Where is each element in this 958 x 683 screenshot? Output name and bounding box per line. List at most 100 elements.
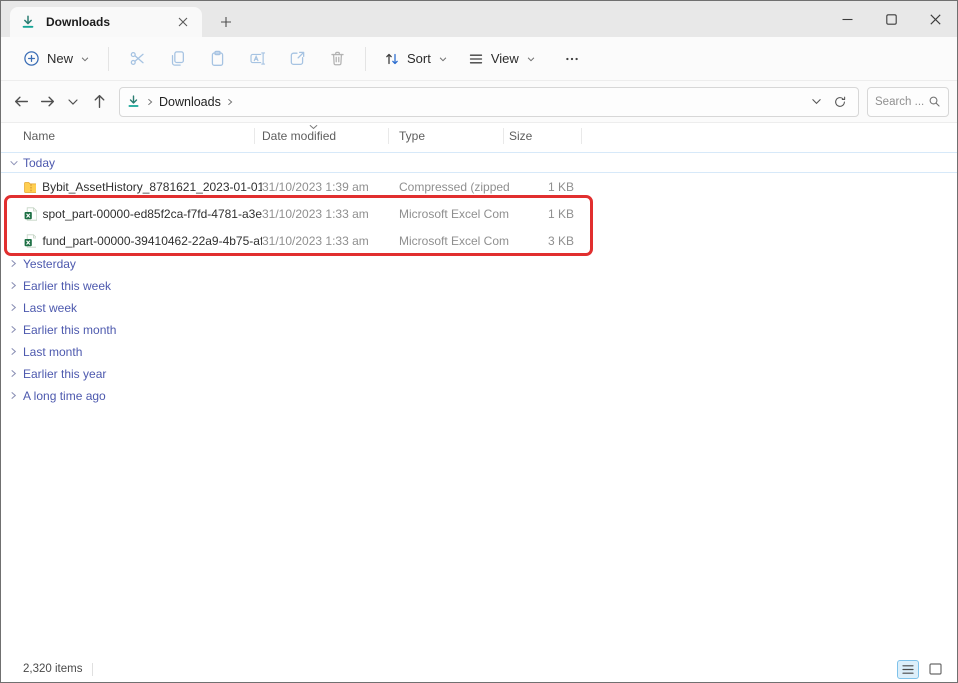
forward-button[interactable] <box>35 88 59 116</box>
refresh-button[interactable] <box>828 90 852 114</box>
copy-icon <box>169 50 186 67</box>
paste-button[interactable] <box>197 42 237 76</box>
excel-file-icon <box>23 206 37 222</box>
file-name: Bybit_AssetHistory_8781621_2023-01-01_20… <box>42 180 262 194</box>
cut-button[interactable] <box>117 42 157 76</box>
file-date: 31/10/2023 1:33 am <box>262 207 399 221</box>
view-toggles <box>897 660 945 679</box>
group-header-last-month[interactable]: Last month <box>1 341 957 363</box>
group-header-today[interactable]: Today <box>1 152 957 173</box>
view-button[interactable]: View <box>458 42 546 76</box>
file-row-spot-csv[interactable]: spot_part-00000-ed85f2ca-f7fd-4781-a3e6-… <box>1 200 957 227</box>
chevron-right-icon <box>9 325 19 335</box>
new-tab-button[interactable] <box>213 9 239 35</box>
new-plus-icon <box>23 50 40 67</box>
maximize-button[interactable] <box>869 1 913 37</box>
column-divider[interactable] <box>254 128 255 144</box>
chevron-right-icon <box>9 259 19 269</box>
group-header-last-week[interactable]: Last week <box>1 297 957 319</box>
refresh-icon <box>833 95 847 109</box>
chevron-right-icon <box>9 369 19 379</box>
new-button-label: New <box>47 51 73 66</box>
group-header-yesterday[interactable]: Yesterday <box>1 253 957 275</box>
group-header-earlier-this-month[interactable]: Earlier this month <box>1 319 957 341</box>
recent-locations-button[interactable] <box>61 88 85 116</box>
file-type: Microsoft Excel Com... <box>399 207 509 221</box>
group-header-a-long-time-ago[interactable]: A long time ago <box>1 385 957 407</box>
search-icon <box>928 95 941 108</box>
address-bar[interactable]: Downloads <box>119 87 859 117</box>
see-more-button[interactable] <box>552 42 592 76</box>
file-row-fund-csv[interactable]: fund_part-00000-39410462-22a9-4b75-afb1-… <box>1 227 957 254</box>
tab-close-button[interactable] <box>174 13 192 31</box>
group-label: Earlier this week <box>23 279 111 293</box>
paste-icon <box>209 50 226 67</box>
close-button[interactable] <box>913 1 957 37</box>
window-controls <box>825 1 957 37</box>
sort-button[interactable]: Sort <box>374 42 458 76</box>
chevron-down-icon <box>438 54 448 64</box>
details-view-button[interactable] <box>897 660 919 679</box>
column-divider[interactable] <box>388 128 389 144</box>
arrow-left-icon <box>13 93 30 110</box>
arrow-up-icon <box>91 93 108 110</box>
group-header-earlier-this-week[interactable]: Earlier this week <box>1 275 957 297</box>
file-size: 1 KB <box>509 180 574 194</box>
chevron-right-icon <box>9 391 19 401</box>
group-header-earlier-this-year[interactable]: Earlier this year <box>1 363 957 385</box>
file-name: spot_part-00000-ed85f2ca-f7fd-4781-a3e6-… <box>43 207 263 221</box>
column-headers: Name Date modified Type Size <box>1 123 957 149</box>
rename-button[interactable] <box>237 42 277 76</box>
large-icons-view-button[interactable] <box>925 660 945 678</box>
chevron-right-icon <box>9 303 19 313</box>
column-divider[interactable] <box>581 128 582 144</box>
new-button[interactable]: New <box>13 42 100 76</box>
chevron-right-icon <box>9 347 19 357</box>
column-divider[interactable] <box>503 128 504 144</box>
column-header-date-modified[interactable]: Date modified <box>262 123 336 149</box>
breadcrumb-chevron-icon <box>146 98 154 106</box>
file-row-zip[interactable]: Bybit_AssetHistory_8781621_2023-01-01_20… <box>1 173 957 200</box>
file-explorer-window: Downloads Ne <box>0 0 958 683</box>
large-icons-view-icon <box>929 663 942 675</box>
navigation-bar: Downloads Search ... <box>1 81 957 123</box>
chevron-down-icon <box>80 54 90 64</box>
minimize-button[interactable] <box>825 1 869 37</box>
titlebar: Downloads <box>1 1 957 37</box>
file-size: 3 KB <box>509 234 574 248</box>
group-label: Last month <box>23 345 82 359</box>
breadcrumb-downloads[interactable]: Downloads <box>159 95 221 109</box>
tab-title: Downloads <box>46 15 110 29</box>
details-view-icon <box>902 664 914 675</box>
group-label: Today <box>23 156 55 170</box>
share-icon <box>289 50 306 67</box>
group-label: A long time ago <box>23 389 106 403</box>
copy-button[interactable] <box>157 42 197 76</box>
rename-icon <box>249 50 266 67</box>
chevron-down-icon <box>526 54 536 64</box>
sort-arrows-icon <box>384 51 400 67</box>
status-bar: 2,320 items <box>1 656 957 682</box>
column-header-size[interactable]: Size <box>509 123 532 149</box>
column-header-name[interactable]: Name <box>23 123 55 149</box>
search-box[interactable]: Search ... <box>867 87 949 117</box>
up-button[interactable] <box>87 88 111 116</box>
tab-downloads[interactable]: Downloads <box>10 7 202 37</box>
items-count: 2,320 items <box>23 663 82 675</box>
address-dropdown-button[interactable] <box>804 90 828 114</box>
toolbar-divider <box>108 47 109 71</box>
downloads-icon <box>20 14 36 30</box>
back-button[interactable] <box>9 88 33 116</box>
breadcrumb-chevron-icon <box>226 98 234 106</box>
column-header-type[interactable]: Type <box>399 123 425 149</box>
share-button[interactable] <box>277 42 317 76</box>
chevron-down-icon <box>67 96 79 108</box>
trash-icon <box>329 50 346 67</box>
file-date: 31/10/2023 1:33 am <box>262 234 399 248</box>
command-bar: New <box>1 37 957 81</box>
group-label: Earlier this year <box>23 367 106 381</box>
group-label: Earlier this month <box>23 323 116 337</box>
delete-button[interactable] <box>317 42 357 76</box>
status-divider <box>92 663 93 676</box>
chevron-down-icon <box>811 96 822 107</box>
